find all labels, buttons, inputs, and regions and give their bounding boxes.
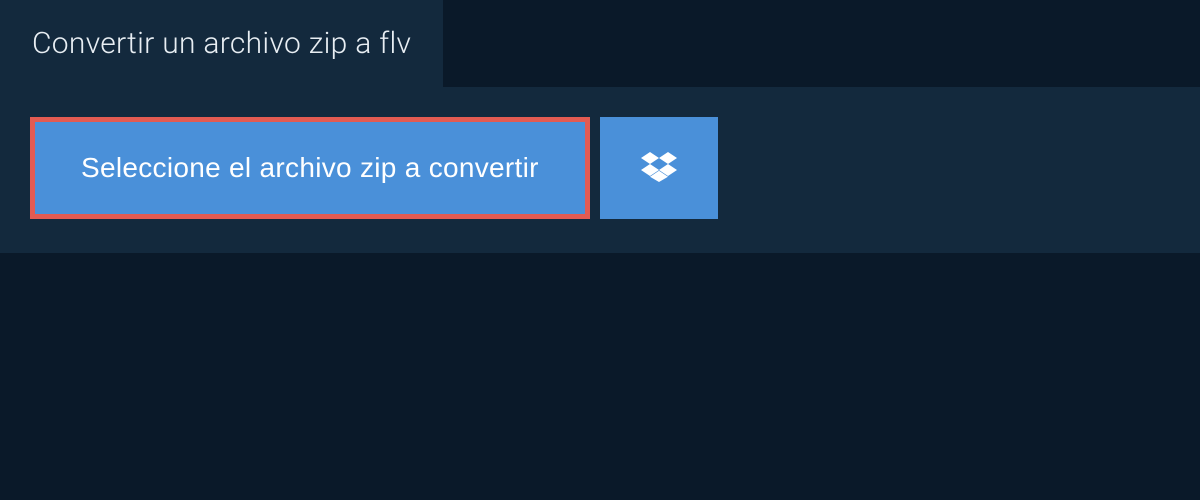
select-file-highlight: Seleccione el archivo zip a convertir [30,117,590,219]
button-row: Seleccione el archivo zip a convertir [30,117,1170,219]
select-file-label: Seleccione el archivo zip a convertir [81,152,539,183]
page-title-text: Convertir un archivo zip a flv [32,26,411,61]
dropbox-button[interactable] [600,117,718,219]
dropbox-icon [641,149,677,188]
select-file-button[interactable]: Seleccione el archivo zip a convertir [35,122,585,214]
upload-panel: Seleccione el archivo zip a convertir [0,87,1200,253]
page-title: Convertir un archivo zip a flv [0,0,443,87]
